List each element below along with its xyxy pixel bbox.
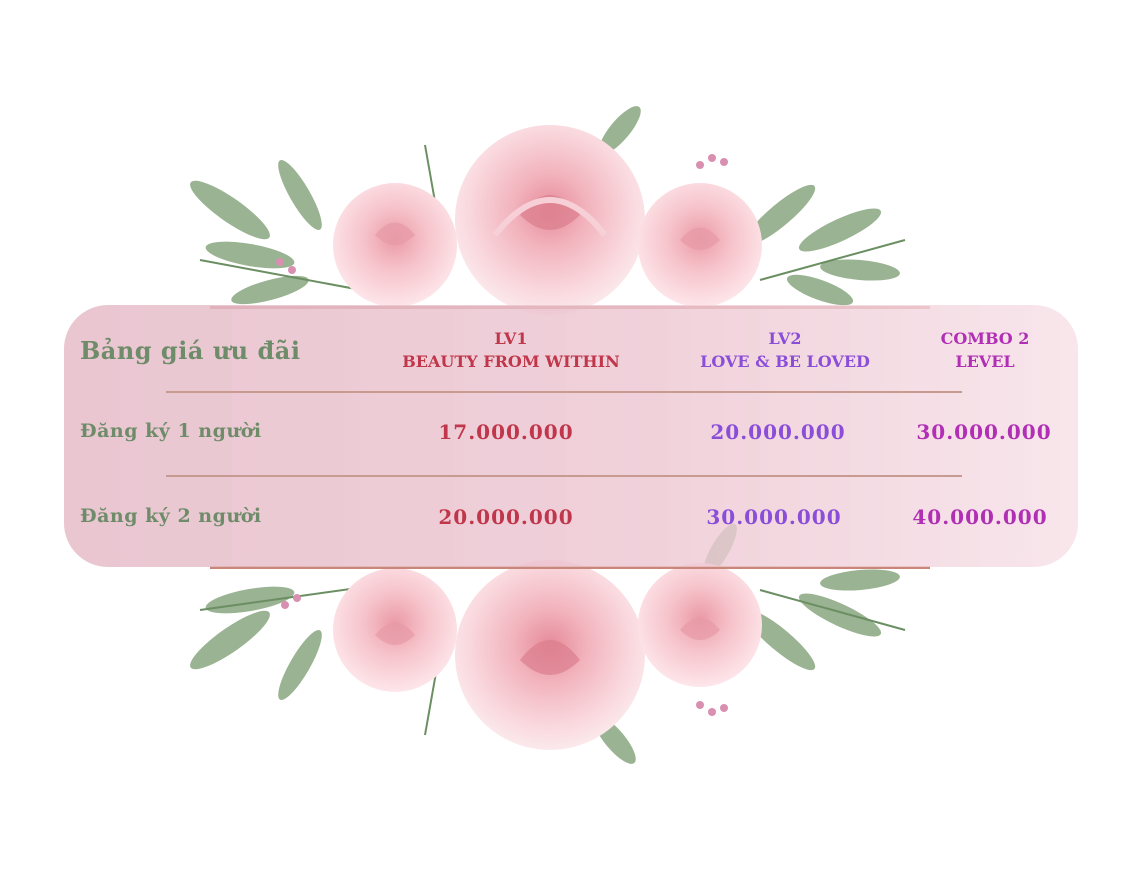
pink-rose-icon [455,125,645,315]
price-lv2-2-people: 30.000.000 [706,505,842,529]
divider [166,475,962,477]
column-header-line2: LEVEL [955,352,1015,371]
pink-rose-icon [333,183,457,307]
pink-rose-icon [638,183,762,307]
column-header-line2: LOVE & BE LOVED [700,352,870,371]
price-table-title: Bảng giá ưu đãi [80,336,301,365]
column-header-line2: BEAUTY FROM WITHIN [402,352,620,371]
divider [166,391,962,393]
column-header-lv1: LV1 BEAUTY FROM WITHIN [380,327,642,373]
price-lv1-1-person: 17.000.000 [438,420,574,444]
price-lv1-2-people: 20.000.000 [438,505,574,529]
price-lv2-1-person: 20.000.000 [710,420,846,444]
column-header-line1: LV2 [768,329,802,348]
price-combo-2-people: 40.000.000 [912,505,1048,529]
column-header-lv2: LV2 LOVE & BE LOVED [675,327,895,373]
row-label-2-people: Đăng ký 2 người [80,505,262,527]
column-header-line1: LV1 [494,329,528,348]
column-header-combo: COMBO 2 LEVEL [900,327,1070,373]
price-combo-1-person: 30.000.000 [916,420,1052,444]
column-header-line1: COMBO 2 [940,329,1030,348]
row-label-1-person: Đăng ký 1 người [80,420,262,442]
